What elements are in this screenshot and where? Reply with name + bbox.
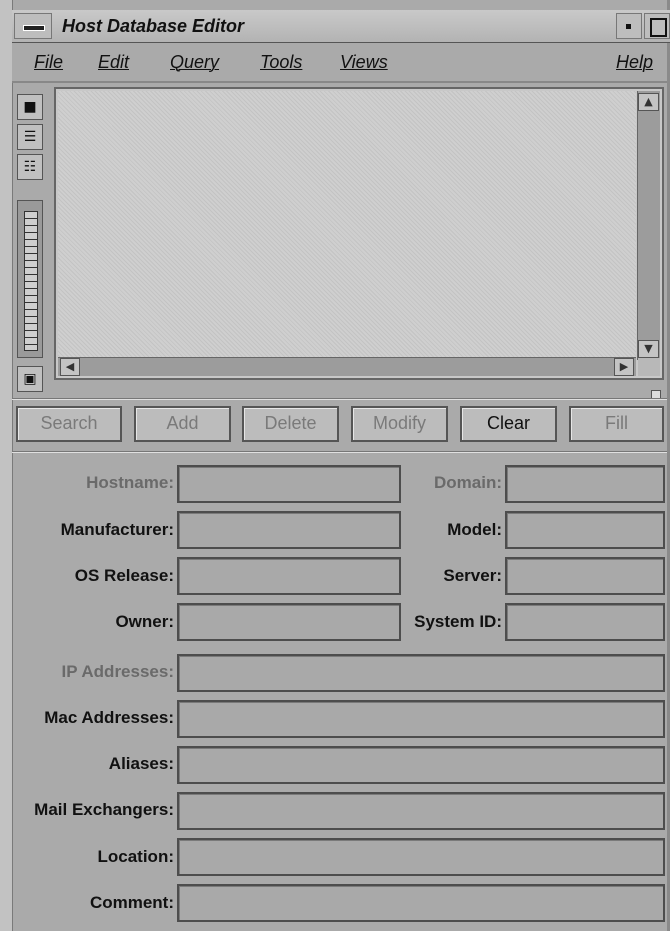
aliases-label: Aliases: (108, 754, 174, 773)
clear-button[interactable]: Clear (460, 406, 557, 442)
window-frame-left (0, 0, 13, 931)
menu-tools[interactable]: Tools (260, 52, 302, 73)
menu-bar: File Edit Query Tools Views Help (12, 43, 667, 83)
add-button[interactable]: Add (134, 406, 231, 442)
divider (12, 451, 667, 453)
mac-addresses-field[interactable] (177, 700, 665, 738)
aliases-field[interactable] (177, 746, 665, 784)
manufacturer-label: Manufacturer: (60, 520, 174, 539)
delete-button[interactable]: Delete (242, 406, 339, 442)
menu-edit[interactable]: Edit (98, 52, 129, 73)
menu-help[interactable]: Help (616, 52, 653, 73)
owner-label: Owner: (115, 612, 174, 631)
host-database-editor-window: Host Database Editor File Edit Query Too… (0, 0, 670, 931)
hostname-label: Hostname: (86, 473, 174, 492)
location-field[interactable] (177, 838, 665, 876)
comment-label: Comment: (89, 893, 174, 912)
mail-exchangers-field[interactable] (177, 792, 665, 830)
results-canvas[interactable] (58, 91, 636, 360)
search-button[interactable]: Search (16, 406, 122, 442)
window-menu-icon[interactable] (14, 13, 52, 39)
hostname-field[interactable] (177, 465, 401, 503)
server-field[interactable] (505, 557, 665, 595)
mail-exchangers-label: Mail Exchangers: (34, 800, 174, 819)
mac-addresses-label: Mac Addresses: (44, 708, 174, 727)
scroll-down-icon[interactable]: ▼ (638, 340, 659, 358)
results-view[interactable]: ▲ ▼ ◀ ▶ (54, 87, 664, 380)
os-release-label: OS Release: (74, 566, 174, 585)
modify-button[interactable]: Modify (351, 406, 448, 442)
horizontal-scrollbar[interactable]: ◀ ▶ (58, 357, 636, 376)
maximize-icon[interactable] (644, 13, 670, 39)
scroll-up-icon[interactable]: ▲ (638, 93, 659, 111)
pointer-icon[interactable]: ■ (17, 94, 43, 120)
scroll-right-icon[interactable]: ▶ (614, 358, 634, 376)
title-bar[interactable]: Host Database Editor (12, 10, 670, 43)
domain-label: Domain: (434, 473, 502, 492)
overview-icon[interactable]: ▣ (17, 366, 43, 392)
list-view-icon[interactable]: ☰ (17, 124, 43, 150)
scroll-corner (638, 358, 660, 376)
manufacturer-field[interactable] (177, 511, 401, 549)
ip-addresses-field[interactable] (177, 654, 665, 692)
owner-field[interactable] (177, 603, 401, 641)
table-view-icon[interactable]: ☷ (17, 154, 43, 180)
minimize-icon[interactable] (616, 13, 642, 39)
vertical-scrollbar[interactable]: ▲ ▼ (637, 91, 660, 360)
menu-file[interactable]: File (34, 52, 63, 73)
fill-button[interactable]: Fill (569, 406, 664, 442)
menu-query[interactable]: Query (170, 52, 219, 73)
os-release-field[interactable] (177, 557, 401, 595)
model-label: Model: (447, 520, 502, 539)
location-label: Location: (97, 847, 175, 866)
zoom-slider[interactable] (17, 200, 43, 358)
divider (12, 398, 667, 400)
comment-field[interactable] (177, 884, 665, 922)
model-field[interactable] (505, 511, 665, 549)
scroll-left-icon[interactable]: ◀ (60, 358, 80, 376)
domain-field[interactable] (505, 465, 665, 503)
ip-addresses-label: IP Addresses: (61, 662, 174, 681)
zoom-slider-thumb[interactable] (24, 211, 38, 351)
window-title: Host Database Editor (62, 16, 245, 36)
menu-views[interactable]: Views (340, 52, 388, 73)
system-id-field[interactable] (505, 603, 665, 641)
server-label: Server: (443, 566, 502, 585)
system-id-label: System ID: (414, 612, 502, 631)
